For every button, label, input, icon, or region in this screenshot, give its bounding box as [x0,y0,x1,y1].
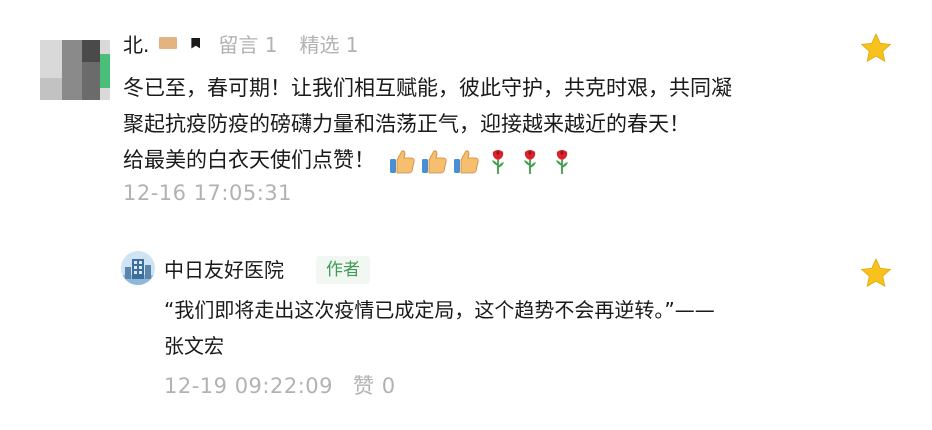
reply-line: “我们即将走出这次疫情已成定局，这个趋势不会再逆转。”—— [164,298,715,322]
rose-icon [492,150,504,174]
author-name[interactable]: 中日友好医院 [164,254,284,283]
comment-timestamp: 12-16 17:05:31 [123,181,293,205]
thumbs-up-icon [390,150,415,174]
comment-line: 冬已至，春可期！让我们相互赋能，彼此守护，共克时艰，共同凝 [123,76,732,100]
rose-icon [524,150,536,174]
like-button[interactable]: 赞 0 [353,374,396,398]
comment-item: 北. 留言 1 精选 1 冬已至，春可期！让我们相互赋能，彼此守护，共克时艰，共… [0,0,932,220]
author-badge: 作者 [316,256,370,284]
nickname[interactable]: 北. [123,29,149,58]
author-avatar[interactable] [121,251,155,285]
comment-content: 冬已至，春可期！让我们相互赋能，彼此守护，共克时艰，共同凝 聚起抗疫防疫的磅礴力… [123,70,823,178]
comment-meta: 北. 留言 1 精选 1 [123,28,359,58]
featured-count: 精选 1 [299,32,359,57]
avatar[interactable] [40,40,110,100]
badge-icon [159,37,178,49]
thumbs-up-icon [422,150,447,174]
reply-timestamp: 12-19 09:22:09 [164,374,334,398]
bookmark-icon [191,37,201,49]
star-icon[interactable] [860,257,892,289]
reply-content: “我们即将走出这次疫情已成定局，这个趋势不会再逆转。”—— 张文宏 [164,292,804,364]
comment-line: 聚起抗疫防疫的磅礴力量和浩荡正气，迎接越来越近的春天！ [123,112,690,136]
rose-icon [556,150,568,174]
emoji-group [387,146,579,176]
messages-count: 留言 1 [218,32,278,57]
reply-line: 张文宏 [164,334,224,358]
reply-footer: 12-19 09:22:09 赞 0 [164,370,396,400]
comment-line: 给最美的白衣天使们点赞！ [123,142,823,178]
star-icon[interactable] [860,32,892,64]
thumbs-up-icon [454,150,479,174]
author-reply: 中日友好医院 作者 “我们即将走出这次疫情已成定局，这个趋势不会再逆转。”—— … [0,240,932,420]
